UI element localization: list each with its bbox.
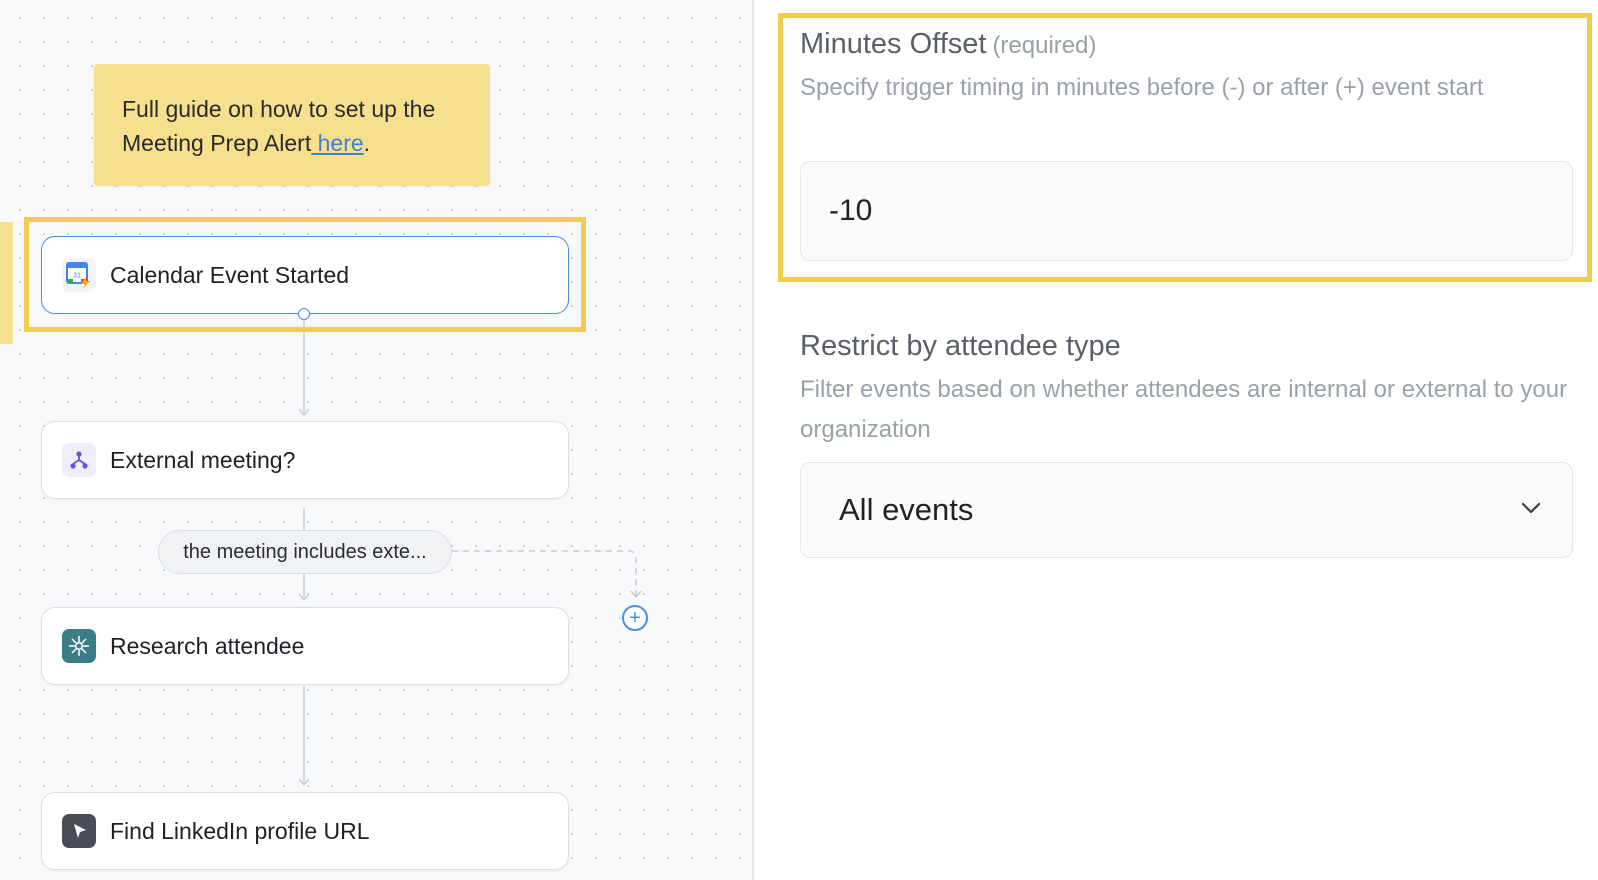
svg-text:31: 31 [73,273,81,280]
node-external-meeting[interactable]: External meeting? [41,421,569,499]
side-marker [0,222,13,344]
node-label: External meeting? [110,446,296,473]
workflow-canvas[interactable]: Full guide on how to set up the Meeting … [0,0,754,880]
minutes-offset-title: Minutes Offset (required) [800,28,1096,61]
node-label: Find LinkedIn profile URL [110,817,370,844]
attendee-type-description: Filter events based on whether attendees… [800,376,1568,443]
guide-note-suffix: . [363,130,371,156]
node-calendar-event-started[interactable]: 31 Calendar Event Started [41,236,569,314]
node-output-handle[interactable] [298,308,310,320]
minutes-offset-label: Minutes Offset [800,28,987,60]
add-step-button[interactable]: + [622,605,648,631]
minutes-offset-description: Specify trigger timing in minutes before… [800,74,1484,101]
google-calendar-trigger-icon: 31 [62,258,96,292]
pointer-cursor-icon [62,814,96,848]
attendee-type-title: Restrict by attendee type [800,330,1121,362]
attendee-type-selected-value: All events [839,492,974,527]
required-badge: (required) [992,32,1097,59]
guide-note: Full guide on how to set up the Meeting … [94,64,490,186]
node-label: Research attendee [110,632,305,659]
node-research-attendee[interactable]: Research attendee [41,607,569,685]
guide-link[interactable]: here [311,130,364,156]
minutes-offset-input[interactable] [800,161,1573,261]
guide-note-text: Full guide on how to set up the Meeting … [122,96,436,156]
node-find-linkedin-profile-url[interactable]: Find LinkedIn profile URL [41,792,569,870]
node-label: Calendar Event Started [110,261,350,288]
research-agent-icon [62,629,96,663]
attendee-type-select[interactable]: All events [800,462,1573,558]
chevron-down-icon [1520,501,1542,520]
branch-condition-pill[interactable]: the meeting includes exte... [158,530,452,574]
branch-icon [62,443,96,477]
